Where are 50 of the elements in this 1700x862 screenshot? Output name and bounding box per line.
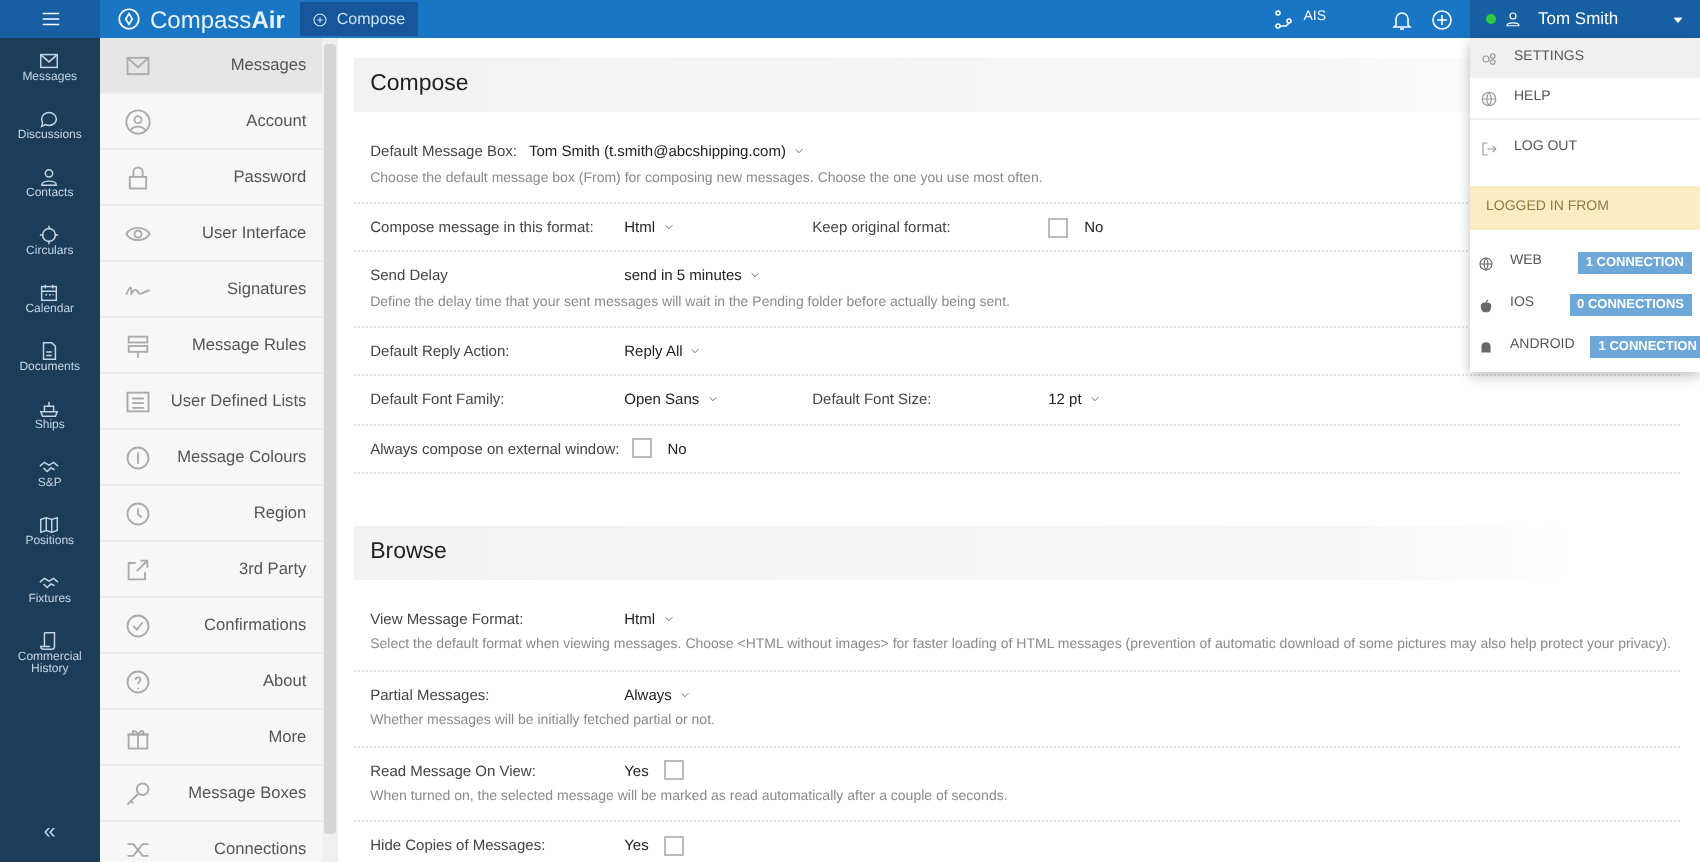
key-icon [123,779,152,807]
clock-icon [123,499,152,527]
external-link-icon [123,555,152,583]
envelope-icon [38,50,61,72]
signpost-icon [123,331,152,359]
globe-icon [1478,255,1494,271]
envelope-icon [123,51,152,79]
caret-icon [1672,13,1684,25]
chevron-down-icon [1089,394,1100,405]
globe-icon [1480,89,1498,107]
check-circle-icon [123,611,152,639]
apple-icon [1478,297,1494,313]
menu-icon [39,8,61,30]
logo-text: CompassAir [150,3,285,37]
calendar-icon [38,282,61,304]
map-icon [38,514,61,536]
chevron-down-icon [707,394,718,405]
checkbox[interactable] [664,760,685,781]
chevron-down-icon [793,146,804,157]
scroll-icon [38,630,61,652]
padlock-icon [123,163,152,191]
chevron-down-icon [690,346,701,357]
route-icon [1271,7,1296,31]
checkbox[interactable] [1048,217,1069,238]
chevron-down-icon [749,270,760,281]
compass-logo-icon [116,6,142,32]
chevron-down-icon [663,614,674,625]
checkbox[interactable] [631,438,652,459]
person-icon [38,166,61,188]
chat-bubble-icon [38,108,61,130]
settings-menu-item[interactable]: Messages [99,38,323,94]
compose-tab[interactable]: Compose [300,2,418,36]
plus-circle-icon [312,11,329,27]
bell-icon [1390,7,1414,31]
circle-icon [123,443,152,471]
gears-icon [1480,49,1498,67]
collapse-button[interactable]: « [0,818,100,846]
checkbox[interactable] [664,835,685,856]
chevron-down-icon [663,222,674,233]
plus-circle-icon [1430,7,1454,31]
question-circle-icon [123,667,152,695]
list-icon [123,387,152,415]
chevron-down-icon [679,689,690,700]
menu-button[interactable] [0,0,100,38]
logout-icon [1480,140,1498,158]
person-circle-icon [123,107,152,135]
user-menu-button[interactable]: Tom Smith [1470,0,1700,38]
document-icon [38,340,61,362]
ship-icon [38,398,61,420]
person-icon [1504,10,1522,28]
